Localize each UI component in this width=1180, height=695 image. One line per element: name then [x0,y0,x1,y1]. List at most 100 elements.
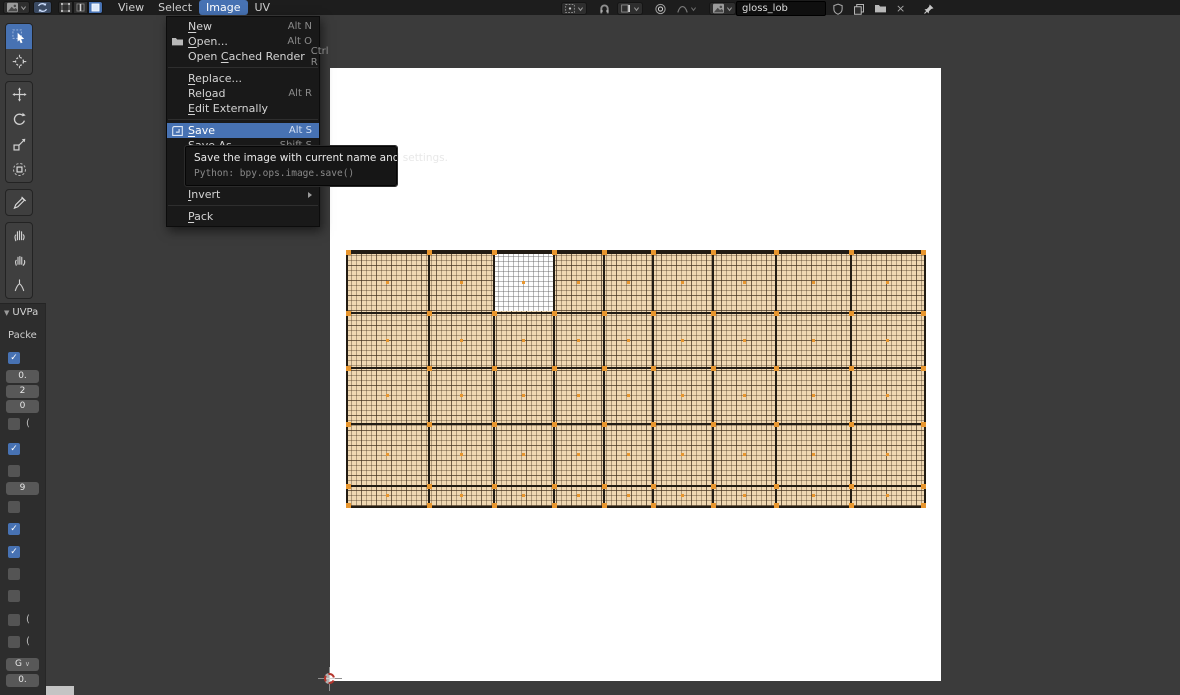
panel-checkbox-5[interactable]: ✓ [8,443,20,455]
editor-type-dropdown[interactable] [3,1,30,14]
uv-face-center-dot [681,494,684,497]
uv-sync-selection-toggle[interactable] [33,1,52,14]
uv-major-hline [346,506,926,508]
tweak-icon [11,29,27,44]
menu-item-save[interactable]: Save Alt S [167,123,319,138]
pinch-tool-button[interactable] [6,273,32,298]
relax-tool-button[interactable] [6,248,32,273]
fake-user-toggle[interactable] [829,2,847,15]
uv-face-center-dot [811,281,815,284]
cursor-icon [12,54,27,69]
panel-number-field-3[interactable]: 0 [6,400,39,413]
uv-vertex-dot [711,311,716,316]
panel-checkbox-0[interactable]: ✓ [8,352,20,364]
annotate-icon [12,195,27,210]
uv-face-center-dot [459,453,463,456]
panel-checkbox-8[interactable] [8,501,20,513]
tweak-tool-button[interactable] [6,24,32,49]
panel-checkbox-4[interactable] [8,418,20,430]
menu-item-label: Open... [188,35,228,48]
unlink-image-button[interactable]: × [893,2,908,15]
menubar-item-uv[interactable]: UV [248,0,278,15]
folder-icon [874,3,887,14]
panel-dropdown-15[interactable]: G ∨ [6,658,39,671]
panel-checkbox-9[interactable]: ✓ [8,523,20,535]
uv-vertex-dot [427,484,432,489]
panel-checkbox-11[interactable] [8,568,20,580]
move-tool-button[interactable] [6,82,32,107]
panel-number-field-2[interactable]: 2 [6,385,39,398]
uv-vertex-dot [849,311,854,316]
panel-header-uvpackmaster[interactable]: ▼ UVPa [4,307,38,318]
panel-number-field-7[interactable]: 9 [6,482,39,495]
uv-grid-texture[interactable] [346,250,926,508]
panel-checkbox-10[interactable]: ✓ [8,546,20,558]
menu-item-new[interactable]: New Alt N [167,19,319,34]
uv-face-center-dot [811,394,815,397]
menubar-item-view[interactable]: View [111,0,151,15]
menu-separator [168,119,318,120]
select-mode-face-button[interactable] [88,1,103,14]
pin-icon [923,3,935,15]
menu-item-open[interactable]: Open... Alt O [167,34,319,49]
chevron-down-icon [20,5,27,11]
uv-major-hline [346,252,926,254]
grab-tool-button[interactable] [6,223,32,248]
panel-checkbox-14[interactable] [8,636,20,648]
new-image-copy-button[interactable] [850,2,868,15]
uv-vertex-dot [711,366,716,371]
rotate-tool-button[interactable] [6,107,32,132]
menubar-item-image[interactable]: Image [199,0,248,15]
panel-checkbox-6[interactable] [8,465,20,477]
image-name-field[interactable]: gloss_lob [736,1,826,16]
scale-tool-button[interactable] [6,132,32,157]
uv-face-center-dot [522,453,525,456]
menu-item-invert[interactable]: Invert [167,187,319,202]
proportional-editing-toggle[interactable] [651,2,670,15]
chevron-down-icon [633,6,640,12]
menu-item-reload[interactable]: Reload Alt R [167,86,319,101]
shield-icon [832,3,844,15]
chevron-down-icon [690,6,697,12]
menu-item-pack[interactable]: Pack [167,209,319,224]
annotate-tool-button[interactable] [6,190,32,215]
panel-checkbox-13[interactable] [8,614,20,626]
uv-major-hline [346,485,926,487]
uv-face-center-dot [886,339,889,342]
panel-number-field-16[interactable]: 0. [6,674,39,687]
uv-vertex-dot [427,250,432,255]
uv-major-hline [346,312,926,314]
proportional-falloff-dropdown[interactable] [673,2,700,15]
2d-cursor[interactable] [318,667,342,691]
sync-arrows-icon [36,2,49,13]
uv-face-center-dot [681,453,684,456]
tooltip-description: Save the image with current name and set… [194,152,448,164]
pivot-point-dropdown[interactable] [561,2,587,15]
snap-target-dropdown[interactable] [617,2,643,15]
pin-toggle[interactable] [920,2,938,15]
uv-vertex-dot [921,422,926,427]
duplicate-icon [853,3,865,15]
menubar-item-select[interactable]: Select [151,0,199,15]
uv-vertex-dot [651,484,656,489]
menu-item-open-cached-render[interactable]: Open Cached Render Ctrl R [167,46,329,68]
uv-vertex-dot [849,422,854,427]
menu-item-edit-externally[interactable]: Edit Externally [167,101,319,116]
uv-face-center-dot [811,453,815,456]
menu-item-replace[interactable]: Replace... [167,71,319,86]
select-mode-edge-button[interactable] [73,1,88,14]
uv-vertex-dot [552,484,557,489]
browse-image-dropdown[interactable] [709,2,736,15]
transform-tool-button[interactable] [6,157,32,182]
select-mode-vertex-button[interactable] [58,1,73,14]
uv-face-center-dot [577,494,580,497]
panel-title: UVPa [12,307,39,318]
panel-number-field-1[interactable]: 0. [6,370,39,383]
uv-vertex-dot [849,484,854,489]
cursor-tool-button[interactable] [6,49,32,74]
panel-checkbox-12[interactable] [8,590,20,602]
snap-toggle[interactable] [595,2,614,15]
uv-face-center-dot [386,453,389,456]
open-image-button[interactable] [871,2,890,15]
uv-vertex-dot [552,422,557,427]
